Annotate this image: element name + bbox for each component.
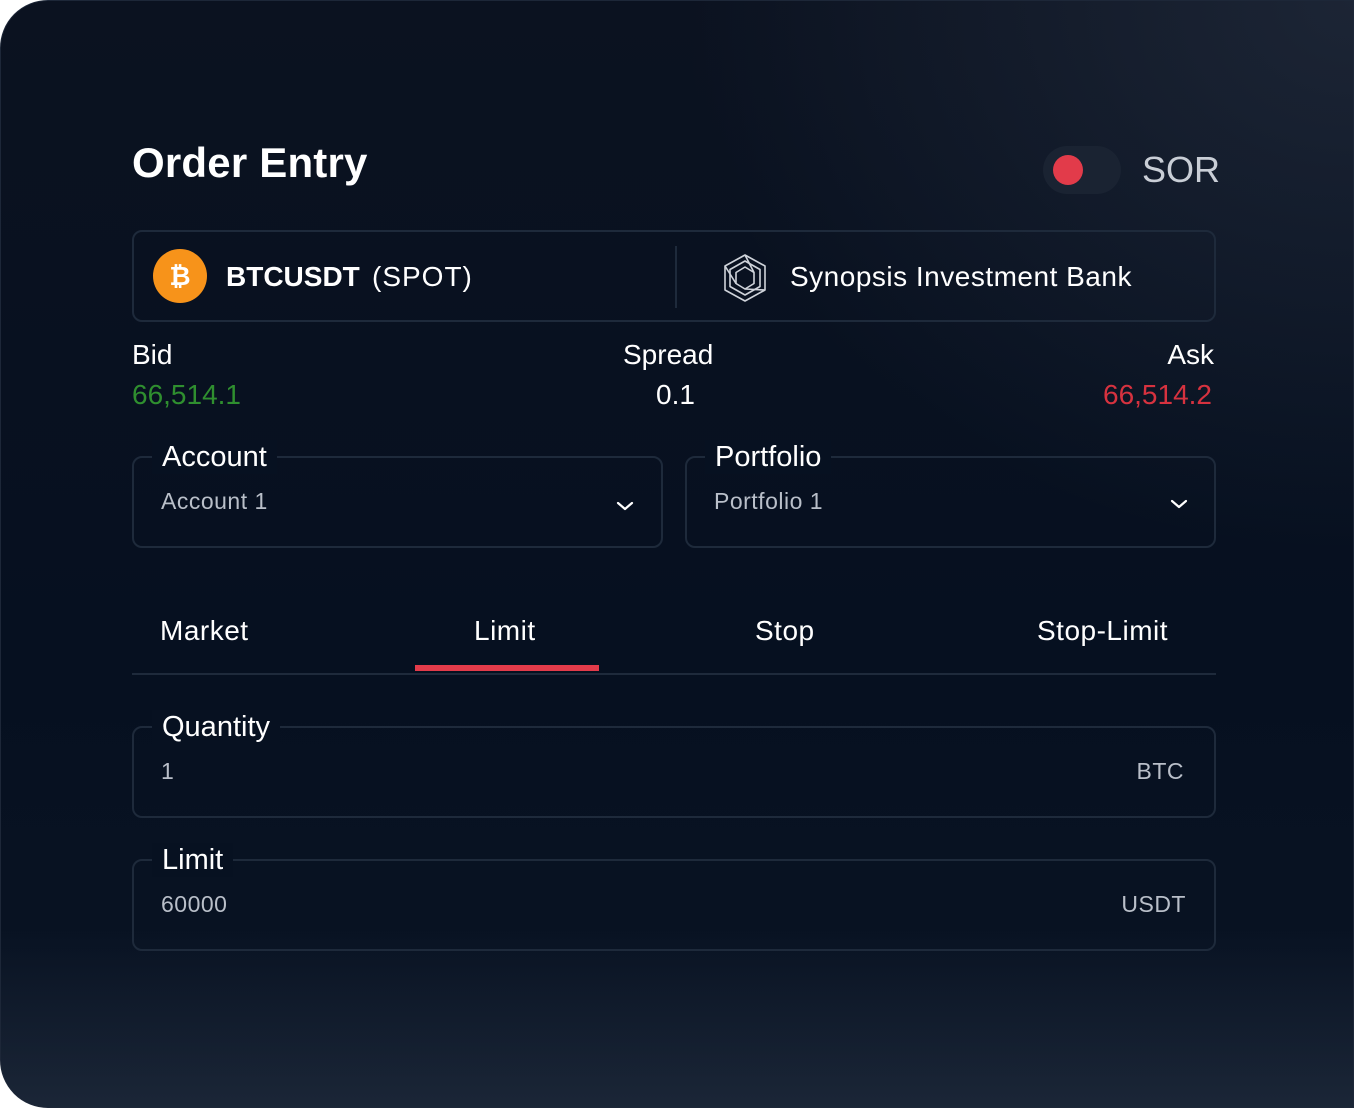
divider [675, 246, 677, 308]
sor-toggle[interactable] [1043, 146, 1121, 194]
account-label: Account [152, 440, 277, 474]
sor-label: SOR [1142, 149, 1221, 190]
bid-price: 66,514.1 [132, 379, 241, 410]
chevron-down-icon [616, 501, 634, 511]
bitcoin-icon: ₿ [153, 249, 207, 303]
quantity-input[interactable]: 1 [161, 758, 174, 785]
instrument-selector[interactable]: ₿ BTCUSDT (SPOT) Synopsis Investment Ban… [132, 230, 1216, 322]
chevron-down-icon [1170, 499, 1188, 509]
tab-limit[interactable]: Limit [474, 615, 536, 647]
order-type-tabs: Market Limit Stop Stop-Limit [132, 597, 1216, 675]
limit-price-field[interactable]: Limit 60000 USDT [132, 843, 1216, 951]
quantity-unit: BTC [1136, 758, 1184, 784]
account-select[interactable]: Account Account 1 [132, 440, 663, 548]
tab-stop-limit[interactable]: Stop-Limit [1037, 615, 1168, 647]
tab-market[interactable]: Market [160, 615, 249, 647]
tab-stop[interactable]: Stop [755, 615, 815, 647]
limit-unit: USDT [1121, 891, 1186, 917]
active-tab-indicator [415, 665, 599, 671]
quantity-field[interactable]: Quantity 1 BTC [132, 710, 1216, 818]
venue-name: Synopsis Investment Bank [790, 261, 1132, 292]
instrument-symbol: BTCUSDT [226, 261, 360, 292]
ask-price: 66,514.2 [1103, 379, 1212, 410]
spread-value: 0.1 [656, 379, 695, 410]
bid-label: Bid [132, 339, 173, 370]
portfolio-label: Portfolio [705, 440, 832, 474]
portfolio-value: Portfolio 1 [714, 488, 824, 514]
page-title: Order Entry [132, 139, 368, 186]
toggle-knob [1053, 155, 1083, 185]
spread-label: Spread [623, 339, 714, 370]
synopsis-bank-logo-icon [724, 254, 766, 302]
portfolio-select[interactable]: Portfolio Portfolio 1 [685, 440, 1216, 548]
limit-price-input[interactable]: 60000 [161, 891, 227, 918]
instrument-market-type: (SPOT) [372, 261, 473, 292]
order-entry-panel: Order Entry SOR ₿ BTCUSDT (SPOT) Synopsi… [0, 0, 1354, 1108]
ask-label: Ask [1167, 339, 1214, 370]
quantity-label: Quantity [152, 710, 280, 744]
account-value: Account 1 [161, 488, 268, 514]
limit-label: Limit [152, 843, 234, 877]
